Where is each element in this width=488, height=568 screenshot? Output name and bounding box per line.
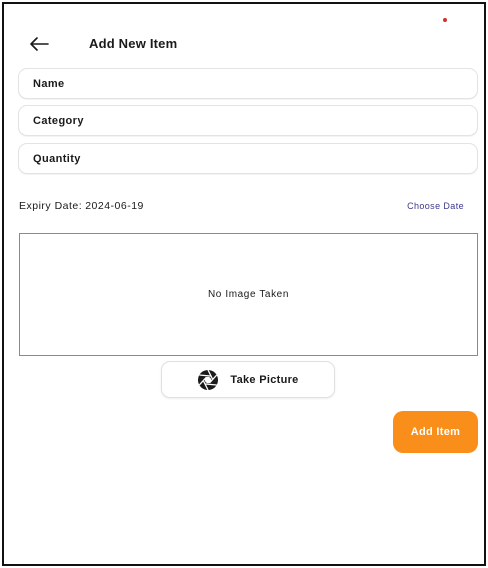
category-field-container <box>18 105 478 136</box>
take-picture-label: Take Picture <box>230 373 299 386</box>
back-button[interactable] <box>26 34 52 54</box>
choose-date-button[interactable]: Choose Date <box>407 201 464 211</box>
expiry-date-value: 2024-06-19 <box>85 200 144 212</box>
app-bar: Add New Item <box>4 28 484 60</box>
category-input[interactable] <box>19 106 477 135</box>
no-image-text: No Image Taken <box>207 289 290 300</box>
arrow-left-icon <box>30 37 49 51</box>
add-item-button[interactable]: Add Item <box>393 411 478 453</box>
name-field-container <box>18 68 478 99</box>
expiry-date-text: Expiry Date: 2024-06-19 <box>19 200 144 212</box>
expiry-date-row: Expiry Date: 2024-06-19 Choose Date <box>19 200 471 214</box>
status-indicator-dot <box>443 18 447 22</box>
quantity-input[interactable] <box>19 144 477 173</box>
add-item-label: Add Item <box>410 426 461 438</box>
take-picture-button[interactable]: Take Picture <box>161 361 335 398</box>
quantity-field-container <box>18 143 478 174</box>
app-screen: Add New Item Expiry Date:2024-06-19 Choo… <box>2 2 486 566</box>
camera-aperture-icon <box>198 369 219 390</box>
expiry-date-label: Expiry Date: <box>19 200 83 212</box>
image-preview: No Image Taken <box>19 233 478 356</box>
page-title: Add New Item <box>89 36 178 51</box>
name-input[interactable] <box>19 69 477 98</box>
